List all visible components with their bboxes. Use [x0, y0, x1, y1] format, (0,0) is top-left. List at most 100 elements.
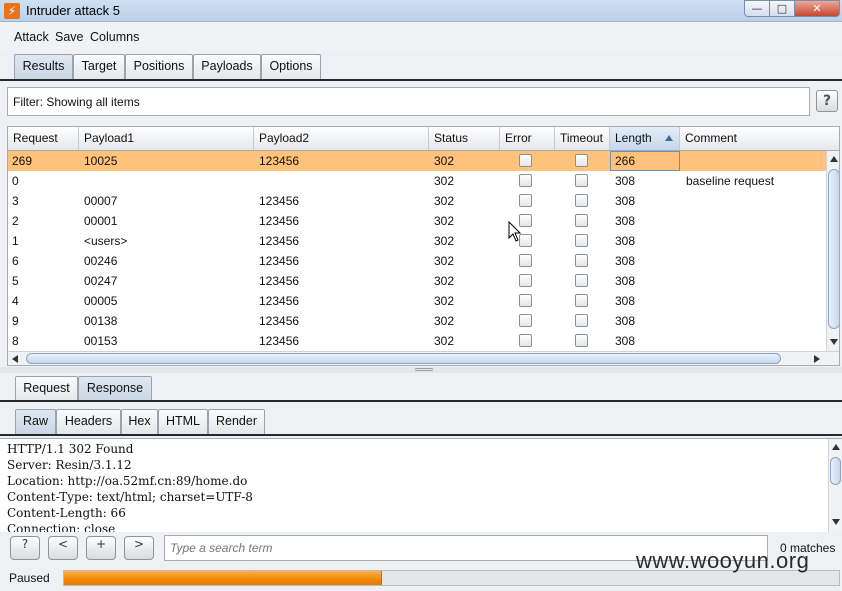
cell-status: 302	[434, 314, 455, 328]
table-horizontal-scrollbar[interactable]	[8, 351, 839, 365]
search-previous-button[interactable]: <	[48, 536, 78, 560]
cell-request: 6	[12, 254, 19, 268]
table-row[interactable]: 5 00247 123456 302 308	[8, 271, 826, 291]
tab-headers[interactable]: Headers	[56, 409, 121, 434]
col-header-comment[interactable]: Comment	[680, 127, 839, 150]
cell-payload2: 123456	[259, 274, 300, 288]
timeout-checkbox[interactable]	[575, 294, 588, 307]
timeout-checkbox[interactable]	[575, 214, 588, 227]
cell-status: 302	[434, 334, 455, 348]
timeout-checkbox[interactable]	[575, 254, 588, 267]
tab-positions[interactable]: Positions	[125, 54, 193, 79]
menu-attack[interactable]: Attack	[14, 30, 49, 44]
tab-options[interactable]: Options	[261, 54, 321, 79]
detail-tab-bar: Request Response	[0, 374, 842, 402]
maximize-button[interactable]: □	[769, 0, 795, 17]
cell-length: 308	[615, 174, 636, 188]
response-viewer[interactable]: HTTP/1.1 302 Found Server: Resin/3.1.12 Lo…	[0, 438, 842, 532]
cell-status: 302	[434, 174, 455, 188]
table-horizontal-scroll-thumb[interactable]	[26, 353, 781, 364]
col-header-status[interactable]: Status	[429, 127, 500, 150]
error-checkbox[interactable]	[519, 254, 532, 267]
table-row[interactable]: 6 00246 123456 302 308	[8, 251, 826, 271]
tab-render[interactable]: Render	[208, 409, 265, 434]
tab-payloads[interactable]: Payloads	[193, 54, 261, 79]
table-row[interactable]: 2 00001 123456 302 308	[8, 211, 826, 231]
timeout-checkbox[interactable]	[575, 174, 588, 187]
results-table: Request Payload1 Payload2 Status Error T…	[7, 126, 840, 366]
cell-request: 2	[12, 214, 19, 228]
table-row[interactable]: 3 00007 123456 302 308	[8, 191, 826, 211]
search-next-button[interactable]: >	[124, 536, 154, 560]
col-header-request[interactable]: Request	[8, 127, 79, 150]
tab-target[interactable]: Target	[73, 54, 125, 79]
scroll-up-icon[interactable]	[830, 156, 838, 162]
error-checkbox[interactable]	[519, 294, 532, 307]
search-help-button[interactable]: ?	[10, 536, 40, 560]
cell-payload2: 123456	[259, 214, 300, 228]
response-vertical-scrollbar[interactable]	[828, 439, 842, 532]
view-tab-bar: Raw Headers Hex HTML Render	[0, 407, 842, 435]
response-line: HTTP/1.1 302 Found	[7, 442, 134, 456]
cell-comment	[684, 191, 686, 211]
cell-payload2: 123456	[259, 314, 300, 328]
tab-response[interactable]: Response	[78, 376, 152, 401]
timeout-checkbox[interactable]	[575, 274, 588, 287]
error-checkbox[interactable]	[519, 174, 532, 187]
tab-raw[interactable]: Raw	[15, 409, 56, 434]
error-checkbox[interactable]	[519, 334, 532, 347]
menu-save[interactable]: Save	[55, 30, 84, 44]
scroll-right-icon[interactable]	[814, 355, 820, 363]
error-checkbox[interactable]	[519, 154, 532, 167]
tab-request[interactable]: Request	[15, 376, 78, 401]
cell-request: 8	[12, 334, 19, 348]
table-row[interactable]: 269 10025 123456 302 266	[8, 151, 826, 171]
cell-comment	[684, 291, 686, 311]
pane-splitter[interactable]	[0, 367, 842, 373]
cell-payload1	[82, 171, 84, 191]
cell-request: 5	[12, 274, 19, 288]
col-header-timeout[interactable]: Timeout	[555, 127, 610, 150]
table-row[interactable]: 1 <users> 123456 302 308	[8, 231, 826, 251]
col-header-payload2[interactable]: Payload2	[254, 127, 429, 150]
tab-hex[interactable]: Hex	[121, 409, 158, 434]
search-add-button[interactable]: +	[86, 536, 116, 560]
response-vertical-scroll-thumb[interactable]	[830, 457, 841, 485]
response-line: Content-Length: 66	[7, 506, 126, 520]
error-checkbox[interactable]	[519, 194, 532, 207]
cell-payload1: 00007	[84, 194, 118, 208]
cell-payload1: 00138	[84, 314, 118, 328]
cell-payload1: 00246	[84, 254, 118, 268]
table-row[interactable]: 4 00005 123456 302 308	[8, 291, 826, 311]
table-vertical-scrollbar[interactable]	[826, 151, 839, 351]
col-header-length[interactable]: Length	[610, 127, 680, 150]
tab-html[interactable]: HTML	[158, 409, 208, 434]
scroll-left-icon[interactable]	[12, 355, 18, 363]
table-row[interactable]: 8 00153 123456 302 308	[8, 331, 826, 351]
cell-payload1: 00247	[84, 274, 118, 288]
timeout-checkbox[interactable]	[575, 154, 588, 167]
timeout-checkbox[interactable]	[575, 314, 588, 327]
timeout-checkbox[interactable]	[575, 234, 588, 247]
scroll-down-icon[interactable]	[830, 339, 838, 345]
error-checkbox[interactable]	[519, 274, 532, 287]
filter-bar[interactable]: Filter: Showing all items	[7, 87, 810, 116]
table-vertical-scroll-thumb[interactable]	[828, 169, 839, 329]
timeout-checkbox[interactable]	[575, 194, 588, 207]
timeout-checkbox[interactable]	[575, 334, 588, 347]
response-scroll-down-icon[interactable]	[832, 519, 840, 525]
response-raw-text[interactable]: HTTP/1.1 302 Found Server: Resin/3.1.12 Lo…	[7, 441, 253, 532]
col-header-payload1[interactable]: Payload1	[79, 127, 254, 150]
minimize-button[interactable]: —	[744, 0, 770, 17]
cell-length: 308	[615, 254, 636, 268]
error-checkbox[interactable]	[519, 314, 532, 327]
tab-results[interactable]: Results	[14, 54, 73, 79]
response-scroll-up-icon[interactable]	[832, 444, 840, 450]
close-button[interactable]: ✕	[794, 0, 840, 17]
table-row[interactable]: 0 302 308 baseline request	[8, 171, 826, 191]
col-header-error[interactable]: Error	[500, 127, 555, 150]
menu-columns[interactable]: Columns	[90, 30, 139, 44]
cell-payload2: 123456	[259, 194, 300, 208]
table-row[interactable]: 9 00138 123456 302 308	[8, 311, 826, 331]
filter-help-button[interactable]: ?	[816, 90, 838, 112]
